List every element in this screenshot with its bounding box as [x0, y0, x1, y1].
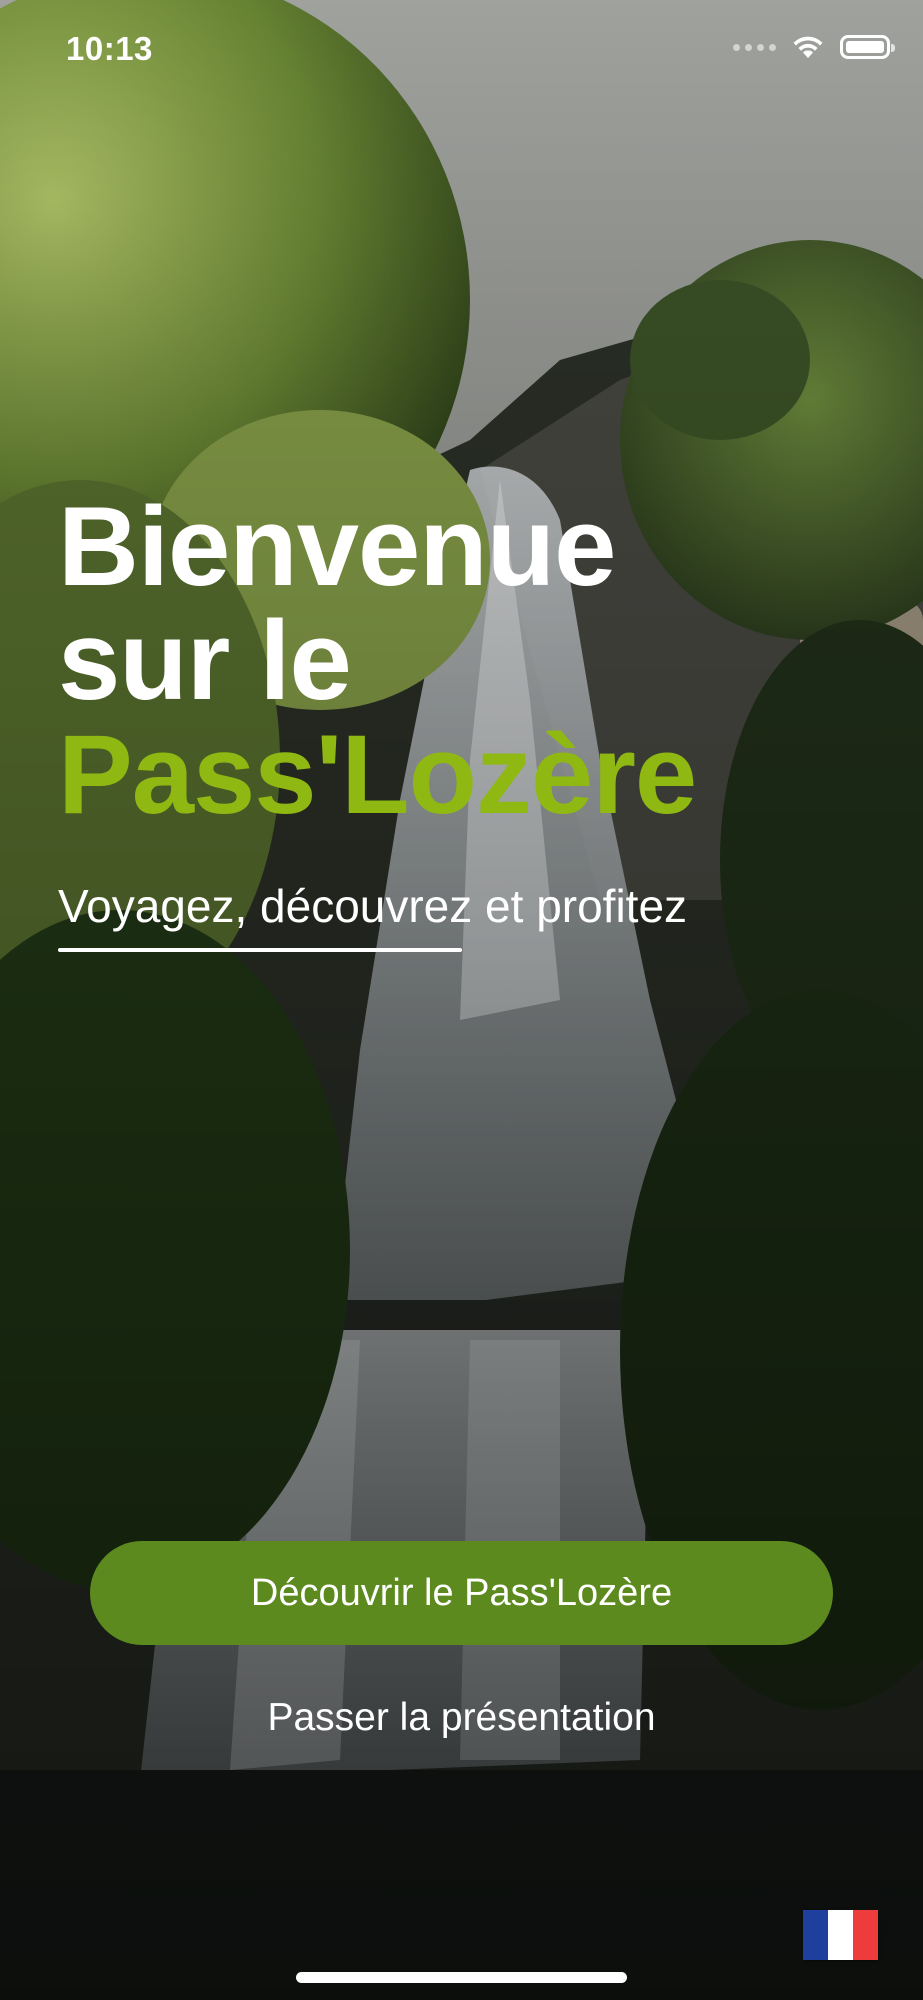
battery-icon [840, 35, 895, 59]
welcome-hero: Bienvenue sur le Pass'Lozère Voyagez, dé… [58, 490, 878, 952]
welcome-subtitle: Voyagez, découvrez et profitez [58, 880, 688, 932]
discover-pass-button[interactable]: Découvrir le Pass'Lozère [90, 1541, 833, 1645]
welcome-title-line-2: sur le [58, 598, 352, 723]
cellular-signal-icon [733, 43, 776, 51]
france-flag-icon[interactable] [803, 1910, 878, 1960]
status-bar: 10:13 [0, 0, 923, 100]
status-icons [733, 34, 895, 60]
discover-pass-button-label: Découvrir le Pass'Lozère [250, 1571, 673, 1614]
subtitle-underline [58, 948, 462, 952]
skip-presentation-link[interactable]: Passer la présentation [0, 1696, 923, 1740]
wifi-icon [793, 36, 823, 58]
home-indicator[interactable] [296, 1972, 627, 1983]
welcome-title: Bienvenue sur le Pass'Lozère [58, 490, 878, 832]
welcome-title-line-1: Bienvenue [58, 484, 616, 609]
brand-name: Pass'Lozère [58, 712, 697, 837]
status-time: 10:13 [66, 30, 153, 67]
